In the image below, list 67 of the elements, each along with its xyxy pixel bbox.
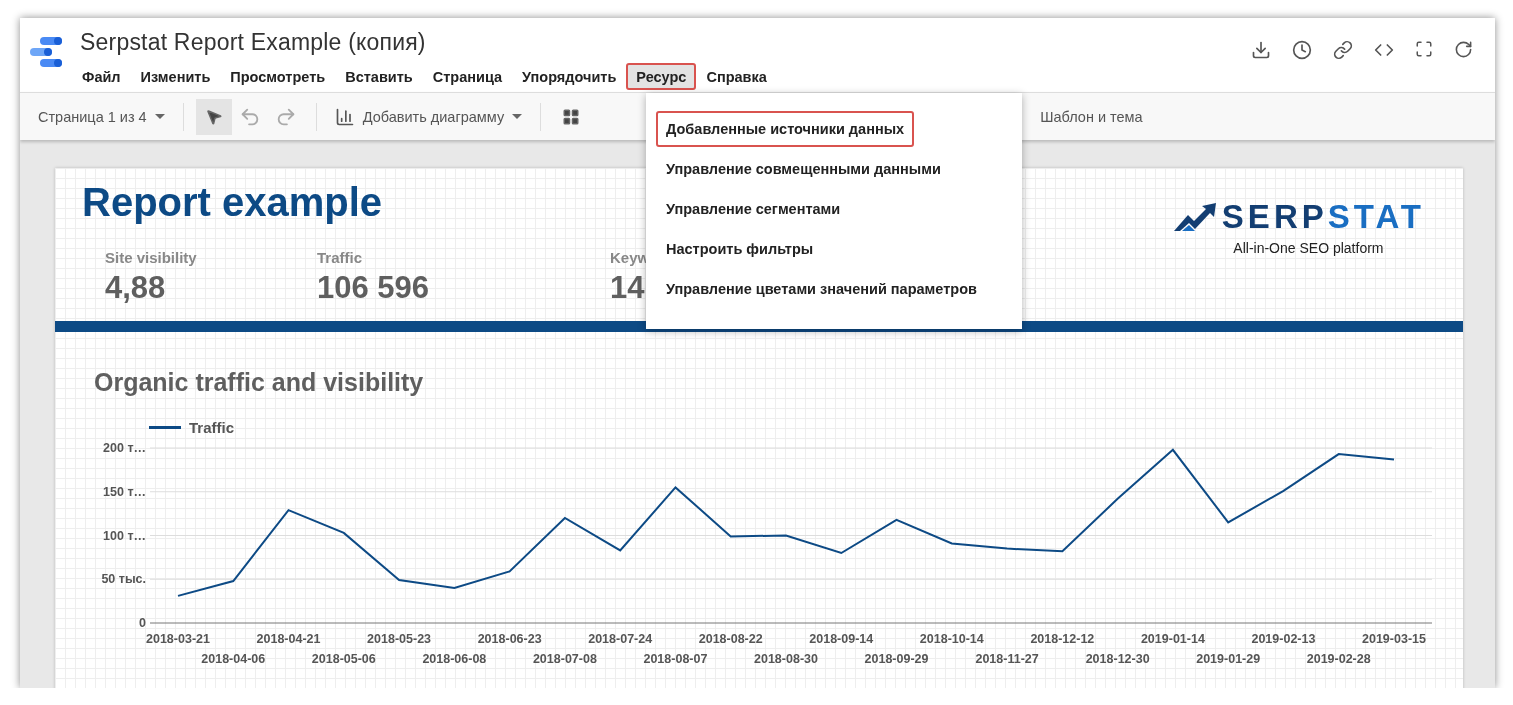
axis-tick-label: 0 bbox=[139, 616, 146, 630]
caret-icon bbox=[512, 114, 523, 119]
menu-bar-item[interactable]: Страница bbox=[422, 63, 513, 90]
fullscreen-icon[interactable] bbox=[1415, 40, 1433, 58]
dropdown-menu-item[interactable]: Управление цветами значений параметров bbox=[656, 271, 987, 307]
axis-tick-label: 2018-07-08 bbox=[532, 652, 597, 666]
download-icon[interactable] bbox=[1251, 40, 1271, 60]
axis-tick-label: 2018-08-22 bbox=[698, 632, 763, 646]
axis-tick-label: 2019-01-14 bbox=[1140, 632, 1205, 646]
menu-bar-item[interactable]: Изменить bbox=[130, 63, 221, 90]
menu-bar-item[interactable]: Упорядочить bbox=[512, 63, 627, 90]
axis-tick-label: 2018-03-21 bbox=[146, 632, 210, 646]
axis-tick-label: 2018-10-14 bbox=[919, 632, 984, 646]
chart-arrow-logo-icon bbox=[1173, 203, 1216, 231]
axis-tick-label: 2018-08-30 bbox=[754, 652, 818, 666]
pointer-tool[interactable] bbox=[195, 98, 232, 135]
menu-bar-item[interactable]: Справка bbox=[696, 63, 777, 90]
scorecard-label: Site visibility bbox=[105, 249, 197, 266]
dropdown-menu-item[interactable]: Настроить фильтры bbox=[656, 231, 824, 267]
axis-tick-label: 2018-06-08 bbox=[422, 652, 487, 666]
axis-tick-label: 2019-02-28 bbox=[1306, 652, 1371, 666]
chart-title: Organic traffic and visibility bbox=[94, 368, 425, 397]
axis-tick-label: 2019-01-29 bbox=[1196, 652, 1261, 666]
scorecard-value: 106 596 bbox=[317, 270, 430, 306]
axis-tick-label: 2018-08-07 bbox=[643, 652, 708, 666]
add-chart-button[interactable]: Добавить диаграмму bbox=[328, 100, 529, 133]
dropdown-menu-item[interactable]: Добавленные источники данных bbox=[656, 111, 915, 147]
page-selector[interactable]: Страница 1 из 4 bbox=[32, 100, 171, 133]
window-title: Serpstat Report Example (копия) bbox=[80, 29, 427, 57]
theme-button[interactable]: Шаблон и тема bbox=[1034, 100, 1149, 133]
axis-tick-label: 2018-11-27 bbox=[975, 652, 1039, 666]
axis-tick-label: 2018-05-06 bbox=[311, 652, 376, 666]
axis-tick-label: 2019-03-15 bbox=[1362, 632, 1426, 646]
dropdown-menu-item[interactable]: Управление сегментами bbox=[656, 191, 851, 227]
axis-tick-label: 100 т… bbox=[103, 528, 146, 543]
axis-tick-label: 2018-07-24 bbox=[588, 632, 653, 646]
logo-wordmark: SERPSTAT bbox=[1221, 198, 1425, 236]
grid-icon bbox=[562, 107, 581, 126]
scorecard-value: 4,88 bbox=[105, 270, 166, 306]
clock-icon[interactable] bbox=[1292, 40, 1312, 60]
scorecard-value: 14 bbox=[610, 270, 645, 306]
menu-bar-item[interactable]: Ресурс bbox=[626, 63, 697, 90]
axis-tick-label: 50 тыс. bbox=[101, 572, 146, 587]
axis-tick-label: 2018-05-23 bbox=[367, 632, 432, 646]
axis-tick-label: 2018-04-06 bbox=[201, 652, 266, 666]
menu-bar-item[interactable]: Просмотреть bbox=[220, 63, 336, 90]
axis-tick-label: 2018-04-21 bbox=[256, 632, 321, 646]
axis-tick-label: 2018-12-12 bbox=[1030, 632, 1095, 646]
caret-icon bbox=[154, 114, 165, 119]
axis-tick-label: 2018-06-23 bbox=[477, 632, 542, 646]
menu-bar-item[interactable]: Файл bbox=[72, 63, 131, 90]
axis-tick-label: 150 т… bbox=[103, 484, 146, 499]
bar-chart-icon bbox=[334, 106, 355, 127]
link-icon[interactable] bbox=[1333, 40, 1353, 60]
axis-tick-label: 2018-09-14 bbox=[809, 632, 874, 646]
logo-tagline: All-in-One SEO platform bbox=[1233, 240, 1384, 256]
scorecard-label: Traffic bbox=[317, 249, 362, 266]
pointer-icon bbox=[204, 107, 223, 126]
axis-tick-label: 2018-12-30 bbox=[1085, 652, 1150, 666]
axis-tick-label: 2018-09-29 bbox=[864, 652, 929, 666]
report-title: Report example bbox=[82, 180, 383, 225]
refresh-icon[interactable] bbox=[1454, 40, 1473, 59]
menu-bar-item[interactable]: Вставить bbox=[335, 63, 423, 90]
axis-tick-label: 200 т… bbox=[103, 441, 146, 455]
legend-label: Traffic bbox=[189, 419, 234, 436]
axis-tick-label: 2019-02-13 bbox=[1251, 632, 1316, 646]
dropdown-menu-item[interactable]: Управление совмещенными данными bbox=[656, 151, 951, 187]
